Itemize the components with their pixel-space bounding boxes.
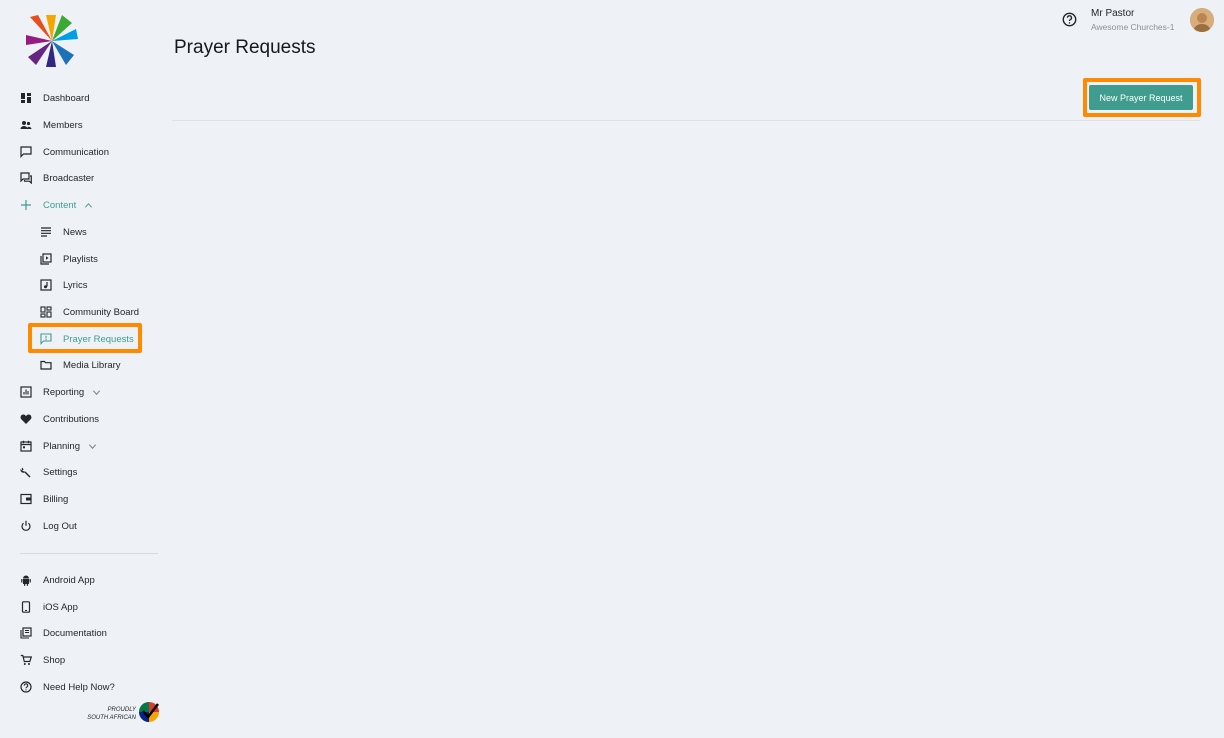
sidebar-item-label: Documentation xyxy=(43,627,107,639)
sidebar-item-settings[interactable]: Settings xyxy=(20,461,77,483)
sidebar-item-label: Lyrics xyxy=(63,279,88,291)
user-name[interactable]: Mr Pastor xyxy=(1091,8,1134,19)
sidebar-item-label: Playlists xyxy=(63,253,98,265)
sidebar-item-reporting[interactable]: Reporting xyxy=(20,381,101,403)
svg-text:SOUTH AFRICAN: SOUTH AFRICAN xyxy=(87,715,136,721)
sidebar-item-dashboard[interactable]: Dashboard xyxy=(20,87,89,109)
music-note-icon xyxy=(40,279,52,291)
sidebar-item-log-out[interactable]: Log Out xyxy=(20,515,77,537)
sidebar-item-billing[interactable]: Billing xyxy=(20,488,68,510)
chevron-down-icon xyxy=(92,388,101,397)
sidebar-item-need-help[interactable]: Need Help Now? xyxy=(20,676,115,698)
broadcast-icon xyxy=(20,172,32,184)
sidebar-item-label: News xyxy=(63,226,87,238)
sidebar-item-label: Shop xyxy=(43,654,66,666)
sidebar-item-label: Members xyxy=(43,119,83,131)
sidebar-item-android-app[interactable]: Android App xyxy=(20,569,95,591)
sidebar-item-communication[interactable]: Communication xyxy=(20,141,109,163)
sidebar-item-label: Community Board xyxy=(63,306,140,318)
docs-icon xyxy=(20,627,32,639)
plus-icon xyxy=(20,199,32,211)
sidebar-item-broadcaster[interactable]: Broadcaster xyxy=(20,167,94,189)
sidebar-item-playlists[interactable]: Playlists xyxy=(40,248,98,270)
sidebar-item-label: Contributions xyxy=(43,413,99,425)
sidebar-item-label: Dashboard xyxy=(43,92,90,104)
playlist-icon xyxy=(40,253,52,265)
news-icon xyxy=(40,226,52,238)
sidebar-item-lyrics[interactable]: Lyrics xyxy=(40,274,87,296)
phone-icon xyxy=(20,601,32,613)
sidebar: Dashboard Members Communication Broadcas… xyxy=(0,0,170,738)
sidebar-item-label: iOS App xyxy=(43,601,78,613)
chat-bubble-icon xyxy=(20,146,32,158)
sidebar-item-media-library[interactable]: Media Library xyxy=(40,354,121,376)
chevron-up-icon xyxy=(84,201,93,210)
user-organization: Awesome Churches-1 xyxy=(1091,22,1175,32)
content-divider xyxy=(172,120,1200,121)
sidebar-item-label: Log Out xyxy=(43,520,77,532)
sidebar-item-label: Broadcaster xyxy=(43,172,95,184)
sidebar-item-news[interactable]: News xyxy=(40,221,87,243)
sidebar-item-label: Need Help Now? xyxy=(43,681,115,693)
wrench-icon xyxy=(20,466,32,478)
people-icon xyxy=(20,119,32,131)
help-icon xyxy=(20,681,32,693)
sidebar-item-planning[interactable]: Planning xyxy=(20,435,97,457)
user-avatar-icon xyxy=(1190,8,1214,32)
cart-icon xyxy=(20,654,32,666)
chart-icon xyxy=(20,386,32,398)
help-icon[interactable] xyxy=(1062,12,1077,27)
sidebar-divider xyxy=(20,553,158,554)
proudly-south-african-badge: PROUDLY SOUTH AFRICAN xyxy=(87,702,159,722)
sidebar-item-label: Android App xyxy=(43,574,95,586)
sidebar-item-label: Settings xyxy=(43,466,78,478)
dashboard-icon xyxy=(20,92,32,104)
sidebar-item-label: Planning xyxy=(43,440,80,452)
sidebar-item-shop[interactable]: Shop xyxy=(20,649,65,671)
sidebar-item-community-board[interactable]: Community Board xyxy=(40,301,139,323)
new-prayer-request-button[interactable]: New Prayer Request xyxy=(1089,85,1193,110)
avatar[interactable] xyxy=(1190,8,1214,32)
sidebar-item-content[interactable]: Content xyxy=(20,194,93,216)
sidebar-item-members[interactable]: Members xyxy=(20,114,83,136)
sidebar-item-label: Communication xyxy=(43,146,109,158)
sidebar-item-label: Billing xyxy=(43,493,69,505)
folder-icon xyxy=(40,359,52,371)
sidebar-item-documentation[interactable]: Documentation xyxy=(20,622,107,644)
sidebar-item-contributions[interactable]: Contributions xyxy=(20,408,99,430)
board-icon xyxy=(40,306,52,318)
wallet-icon xyxy=(20,493,32,505)
sidebar-item-label: Media Library xyxy=(63,359,121,371)
sidebar-item-label: Prayer Requests xyxy=(63,333,134,345)
heart-icon xyxy=(20,413,32,425)
power-icon xyxy=(20,520,32,532)
sidebar-item-label: Reporting xyxy=(43,386,85,398)
page-title: Prayer Requests xyxy=(174,37,316,58)
chevron-down-icon xyxy=(88,442,97,451)
prayer-bubble-icon xyxy=(40,333,52,345)
sidebar-item-prayer-requests[interactable]: Prayer Requests xyxy=(40,328,134,350)
android-icon xyxy=(20,574,32,586)
sidebar-item-label: Content xyxy=(43,199,77,211)
svg-text:PROUDLY: PROUDLY xyxy=(108,707,137,713)
calendar-icon xyxy=(20,440,32,452)
sidebar-item-ios-app[interactable]: iOS App xyxy=(20,596,78,618)
